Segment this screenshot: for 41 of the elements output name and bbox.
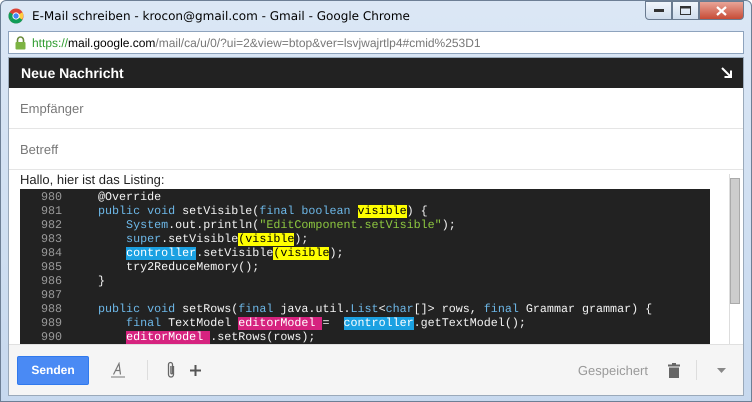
minimize-button[interactable]: [645, 1, 672, 20]
code-line: final TextModel editorModel = controller.getTextModel();: [125, 316, 526, 330]
compose-title: Neue Nachricht: [21, 65, 124, 81]
lock-icon: [15, 36, 26, 50]
code-line: try2ReduceMemory();: [125, 260, 260, 274]
scrollbar[interactable]: [729, 174, 740, 344]
line-number: 982: [40, 218, 62, 232]
maximize-icon: [680, 6, 691, 15]
line-number: 981: [40, 204, 62, 218]
plus-icon[interactable]: [190, 364, 201, 376]
line-number: 990: [40, 330, 62, 344]
close-button[interactable]: [699, 1, 744, 20]
line-number: 987: [40, 288, 62, 302]
text-format-icon[interactable]: [111, 362, 125, 378]
browser-logo-icon: [8, 8, 24, 24]
code-line: public void setVisible(final boolean visible) {: [98, 204, 428, 218]
line-number: 986: [40, 274, 62, 288]
code-line: super.setVisible(visible);: [125, 232, 308, 246]
pop-out-arrow-icon[interactable]: [721, 67, 733, 79]
window-title: E-Mail schreiben - krocon@gmail.com - Gmail - Google Chrome: [32, 9, 411, 23]
code-line: public void setRows(final java.util.List<char[]> rows, final Grammar grammar) {: [98, 302, 652, 316]
minimize-icon: [654, 8, 664, 12]
saved-status: Gespeichert: [578, 362, 648, 378]
trash-icon[interactable]: [668, 362, 680, 378]
caret-icon: [716, 368, 726, 372]
scrollbar-thumb[interactable]: [730, 178, 740, 304]
code-line: System.out.println("EditComponent.setVisible");: [125, 218, 456, 232]
paperclip-icon[interactable]: [166, 361, 176, 379]
maximize-button[interactable]: [672, 1, 699, 20]
code-line: @Override: [98, 190, 162, 204]
line-number: 980: [40, 190, 62, 204]
body-text: Hallo, hier ist das Listing:: [20, 172, 166, 188]
line-number: 985: [40, 260, 62, 274]
line-number: 989: [40, 316, 62, 330]
close-icon: [716, 6, 727, 16]
line-number: 983: [40, 232, 62, 246]
line-number: 984: [40, 246, 62, 260]
line-number: 988: [40, 302, 62, 316]
code-line: }: [98, 274, 106, 288]
code-line: controller.setVisible(visible);: [125, 246, 344, 260]
code-line: editorModel .setRows(rows);: [125, 330, 316, 344]
